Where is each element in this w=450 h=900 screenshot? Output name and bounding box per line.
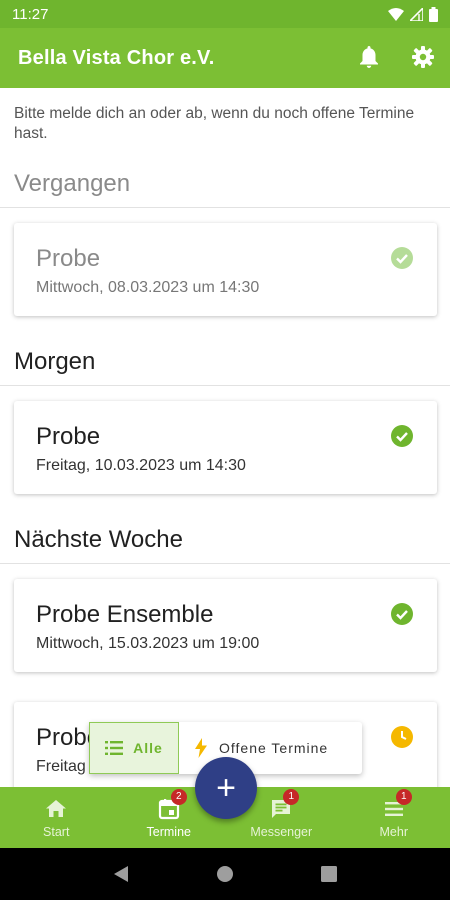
section-title-next-week: Nächste Woche xyxy=(14,526,183,553)
nav-start-label: Start xyxy=(43,824,70,839)
event-list[interactable]: Bitte melde dich an oder ab, wenn du noc… xyxy=(0,88,450,787)
home-icon xyxy=(46,799,67,817)
divider xyxy=(0,563,450,564)
event-card[interactable]: Probe Freitag, 10.03.2023 um 14:30 xyxy=(14,401,437,494)
nav-start[interactable]: Start xyxy=(0,787,113,848)
bolt-icon xyxy=(195,738,207,758)
check-circle-icon xyxy=(391,425,413,447)
nav-mehr[interactable]: 1 Mehr xyxy=(338,787,450,848)
event-title: Probe xyxy=(36,245,101,272)
nav-termine-label: Termine xyxy=(146,824,191,839)
clock-icon xyxy=(391,726,413,748)
event-date: Freitag xyxy=(36,758,86,775)
event-date: Mittwoch, 08.03.2023 um 14:30 xyxy=(36,279,260,296)
event-card[interactable]: Probe Mittwoch, 08.03.2023 um 14:30 xyxy=(14,223,437,316)
check-circle-icon xyxy=(391,247,413,269)
divider xyxy=(0,207,450,208)
section-title-tomorrow: Morgen xyxy=(14,348,96,375)
section-title-past: Vergangen xyxy=(14,170,131,197)
filter-all-label: Alle xyxy=(133,740,163,756)
nav-mehr-label: Mehr xyxy=(379,824,408,839)
system-nav-bar xyxy=(0,848,450,900)
filter-open-label: Offene Termine xyxy=(219,740,329,756)
status-bar: 11:27 xyxy=(0,0,450,28)
plus-icon: + xyxy=(216,768,236,807)
check-circle-icon xyxy=(391,603,413,625)
recents-icon[interactable] xyxy=(320,866,337,882)
hint-text: Bitte melde dich an oder ab, wenn du noc… xyxy=(14,105,415,142)
event-date: Mittwoch, 15.03.2023 um 19:00 xyxy=(36,635,260,652)
event-title: Probe xyxy=(36,423,101,450)
messenger-badge: 1 xyxy=(283,788,300,805)
signal-icon xyxy=(410,7,423,21)
termine-badge: 2 xyxy=(170,788,187,805)
bell-icon[interactable] xyxy=(356,44,382,70)
divider xyxy=(0,385,450,386)
event-date: Freitag, 10.03.2023 um 14:30 xyxy=(36,457,246,474)
home-circle-icon[interactable] xyxy=(216,865,234,883)
gear-icon[interactable] xyxy=(410,44,436,70)
app-bar: Bella Vista Chor e.V. xyxy=(0,28,450,88)
event-card[interactable]: Probe Ensemble Mittwoch, 15.03.2023 um 1… xyxy=(14,579,437,672)
event-title: Probe Ensemble xyxy=(36,601,214,628)
status-time: 11:27 xyxy=(12,5,49,23)
list-icon xyxy=(105,741,124,755)
battery-icon xyxy=(429,6,438,22)
filter-all-button[interactable]: Alle xyxy=(89,722,179,774)
mehr-badge: 1 xyxy=(395,788,412,805)
app-title: Bella Vista Chor e.V. xyxy=(18,46,215,69)
nav-messenger-label: Messenger xyxy=(250,824,313,839)
back-icon[interactable] xyxy=(113,865,129,883)
wifi-icon xyxy=(388,7,404,21)
add-event-button[interactable]: + xyxy=(195,757,257,819)
